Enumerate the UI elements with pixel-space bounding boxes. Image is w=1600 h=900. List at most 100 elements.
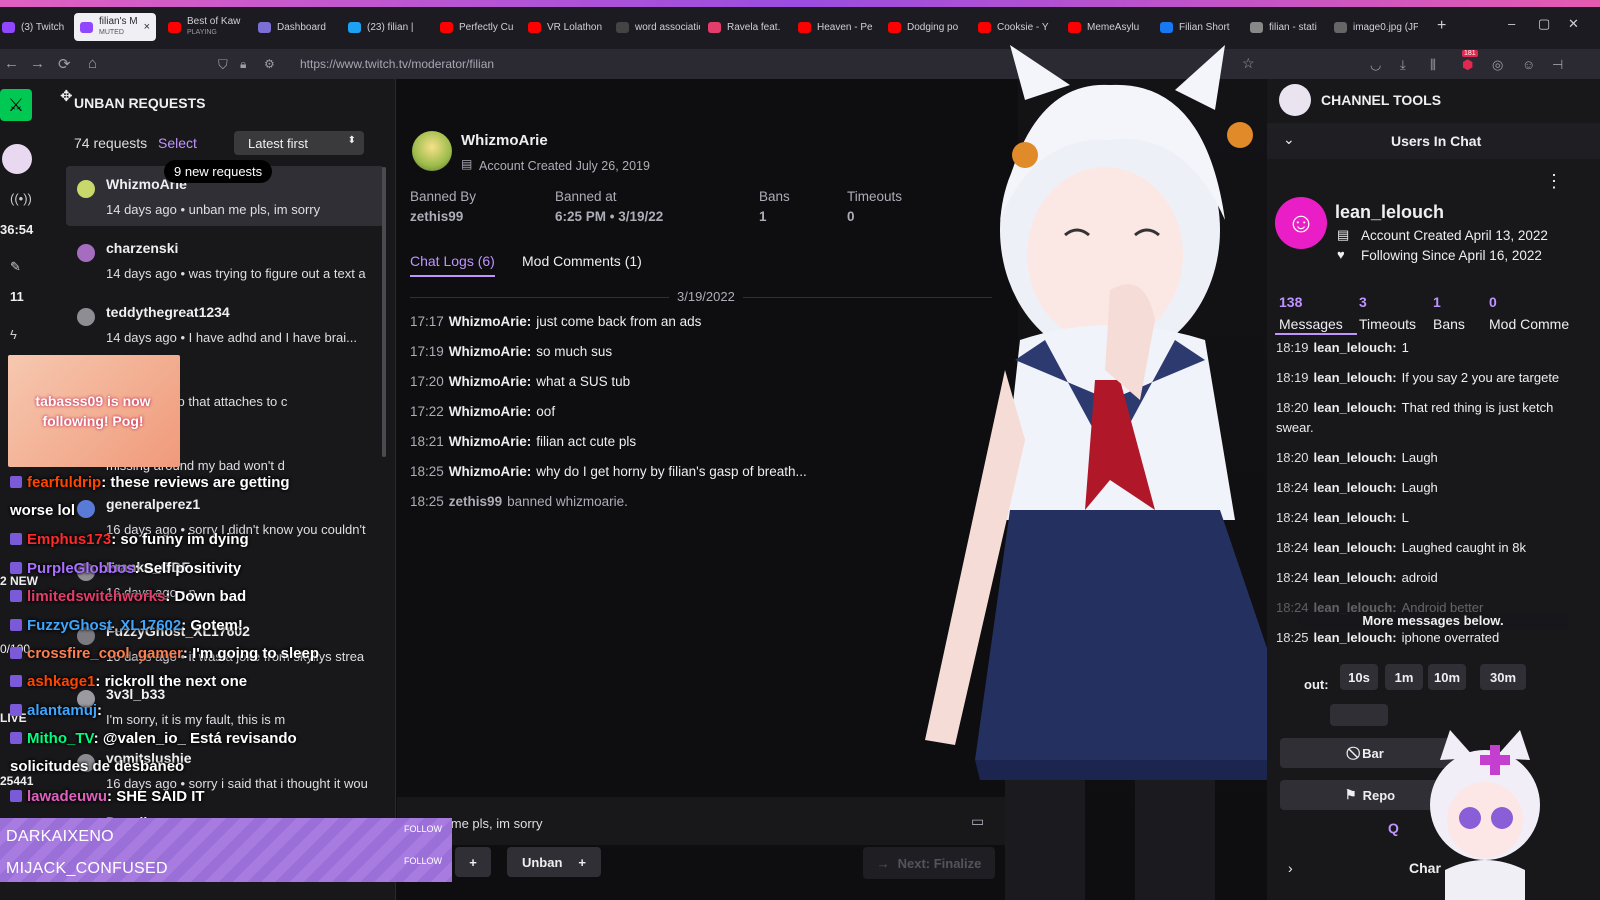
follow-alert-text: tabasss09 is now following! Pog! <box>35 393 151 429</box>
browser-tab[interactable]: Perfectly Cu <box>440 13 524 41</box>
minimize-icon[interactable]: – <box>1508 16 1515 31</box>
user-stat-tab[interactable]: Messages <box>1279 316 1343 332</box>
browser-tab[interactable]: (23) filian | <box>348 13 432 41</box>
lock-icon[interactable]: 🔒︎ <box>240 57 246 72</box>
request-list-scrollbar[interactable] <box>382 167 386 457</box>
timeout-button[interactable]: 30m <box>1480 664 1526 690</box>
tab-close-icon[interactable]: × <box>144 21 150 33</box>
chat-badge-icon <box>10 675 22 687</box>
live-broadcast-icon[interactable]: ((•)) <box>10 191 32 206</box>
report-icon: ⚑ <box>1344 787 1357 802</box>
collapse-chevron-icon[interactable]: ⌄ <box>1283 131 1295 148</box>
library-icon[interactable]: ⫼ <box>1430 57 1436 73</box>
timeout-button[interactable]: 1m <box>1385 664 1423 690</box>
tab-title-wrap: VR Lolathon <box>547 22 602 33</box>
overlay-chat-message: SHE SAID IT <box>116 788 205 805</box>
overlay-chat-user: limitedswitchworks <box>27 588 166 605</box>
tab-chat-logs[interactable]: Chat Logs (6) <box>410 253 495 277</box>
browser-tab[interactable]: MemeAsylu <box>1068 13 1152 41</box>
browser-tab[interactable]: filian - stati <box>1250 13 1334 41</box>
tab-title-wrap: filian's M MUTED <box>99 16 138 38</box>
message-user: lean_lelouch: <box>1313 340 1397 355</box>
users-in-chat-title: Users In Chat <box>1391 133 1482 149</box>
new-requests-pill[interactable]: 9 new requests <box>164 160 273 183</box>
stat-label: Banned By <box>410 189 477 204</box>
tab-title: Best of Kaw <box>187 16 241 27</box>
tab-favicon-icon <box>528 21 541 33</box>
more-messages-banner[interactable]: More messages below. <box>1298 612 1568 630</box>
tab-mod-comments[interactable]: Mod Comments (1) <box>522 253 642 269</box>
maximize-icon[interactable]: ▢ <box>1538 16 1550 32</box>
timeout-button[interactable]: 10m <box>1428 664 1466 690</box>
chat-log-line: 17:19 WhizmoArie: so much sus <box>410 344 612 359</box>
user-stat-tab[interactable]: Bans <box>1433 316 1465 332</box>
browser-tab[interactable]: word associatio <box>616 13 700 41</box>
custom-timeout-input[interactable] <box>1330 704 1388 726</box>
timeout-button[interactable]: 10s <box>1340 664 1378 690</box>
select-link[interactable]: Select <box>158 135 197 151</box>
url-field[interactable]: https://www.twitch.tv/moderator/filian <box>300 57 494 71</box>
message-text: If you say 2 you are targete <box>1401 370 1560 385</box>
shield-icon[interactable]: ⛉ <box>218 57 228 73</box>
message-time: 18:25 <box>1276 630 1309 645</box>
ublock-icon[interactable]: ⬢ <box>1462 57 1473 73</box>
request-avatar <box>77 180 95 198</box>
move-handle-icon[interactable]: ✥ <box>60 87 73 105</box>
log-date: 3/19/2022 <box>669 289 743 304</box>
calendar-icon: ▤ <box>461 157 473 171</box>
message-user: lean_lelouch: <box>1313 570 1397 585</box>
tab-favicon-icon <box>1334 21 1347 33</box>
sort-dropdown[interactable]: Latest first ⬍ <box>234 131 364 155</box>
user-message: 18:25 lean_lelouch: iphone overrated <box>1276 630 1596 645</box>
pin-icon[interactable]: ⊣ <box>1552 57 1563 73</box>
plus-icon: + <box>578 854 587 870</box>
tab-favicon-icon <box>888 21 901 33</box>
download-icon[interactable]: ⤓ <box>1400 57 1406 73</box>
user-card-more-icon[interactable]: ⋮ <box>1545 171 1563 192</box>
home-icon[interactable]: ⌂ <box>88 55 97 72</box>
browser-tab[interactable]: filian's M MUTED × <box>74 13 156 41</box>
browser-tab[interactable]: Ravela feat. <box>708 13 792 41</box>
message-text: swear. <box>1276 420 1314 435</box>
window-close-icon[interactable]: ✕ <box>1568 16 1579 32</box>
new-tab-button[interactable]: + <box>1437 17 1446 35</box>
channel-avatar[interactable] <box>2 144 32 174</box>
alert-action: FOLLOW <box>404 824 443 834</box>
browser-tab[interactable]: Dashboard <box>258 13 342 41</box>
chat-log-line: 18:25 WhizmoArie: why do I get horny by fi… <box>410 464 807 479</box>
extension-icon[interactable]: ◎ <box>1492 57 1503 73</box>
unban-button[interactable]: Unban + <box>507 847 601 877</box>
browser-tab[interactable]: Heaven - Pe <box>798 13 882 41</box>
tab-title-wrap: Dashboard <box>277 22 326 33</box>
forward-icon[interactable]: → <box>30 55 45 72</box>
mod-sword-icon[interactable]: ⚔ <box>0 89 32 121</box>
tab-status: MUTED <box>99 29 124 36</box>
deny-add-button[interactable]: + <box>455 847 491 877</box>
question-link[interactable]: Q <box>1388 820 1399 836</box>
message-time: 18:24 <box>1276 510 1309 525</box>
browser-tab[interactable]: image0.jpg (JPE <box>1334 13 1418 41</box>
browser-tab[interactable]: Cooksie - Y <box>978 13 1062 41</box>
pen-icon[interactable]: ✎ <box>10 259 21 275</box>
tab-favicon-icon <box>348 21 361 33</box>
back-icon[interactable]: ← <box>4 55 19 72</box>
expand-chevron-icon[interactable]: › <box>1288 860 1293 876</box>
account-icon[interactable]: ☺ <box>1522 57 1535 72</box>
request-item[interactable]: charzenski 14 days ago • was trying to fi… <box>66 230 384 290</box>
user-stat-tab[interactable]: Mod Comme <box>1489 316 1569 332</box>
request-item[interactable]: teddythegreat1234 14 days ago • I have ad… <box>66 294 384 354</box>
log-time: 18:25 <box>410 464 444 479</box>
browser-tab[interactable]: VR Lolathon <box>528 13 612 41</box>
tab-favicon-icon <box>1160 21 1173 33</box>
messages-tab-underline <box>1275 333 1357 335</box>
permissions-icon[interactable]: ⚙ <box>264 57 275 71</box>
browser-tab[interactable]: Filian Short <box>1160 13 1244 41</box>
lightning-icon[interactable]: ϟ <box>10 327 17 342</box>
user-stat-tab[interactable]: Timeouts <box>1359 316 1416 332</box>
browser-tab[interactable]: Dodging po <box>888 13 972 41</box>
log-user: WhizmoArie: <box>448 314 532 329</box>
reload-icon[interactable]: ⟳ <box>58 55 71 73</box>
tab-title: (3) Twitch <box>21 21 65 33</box>
unban-requests-title: UNBAN REQUESTS <box>74 95 206 111</box>
browser-tab[interactable]: Best of Kaw PLAYING <box>168 13 252 41</box>
